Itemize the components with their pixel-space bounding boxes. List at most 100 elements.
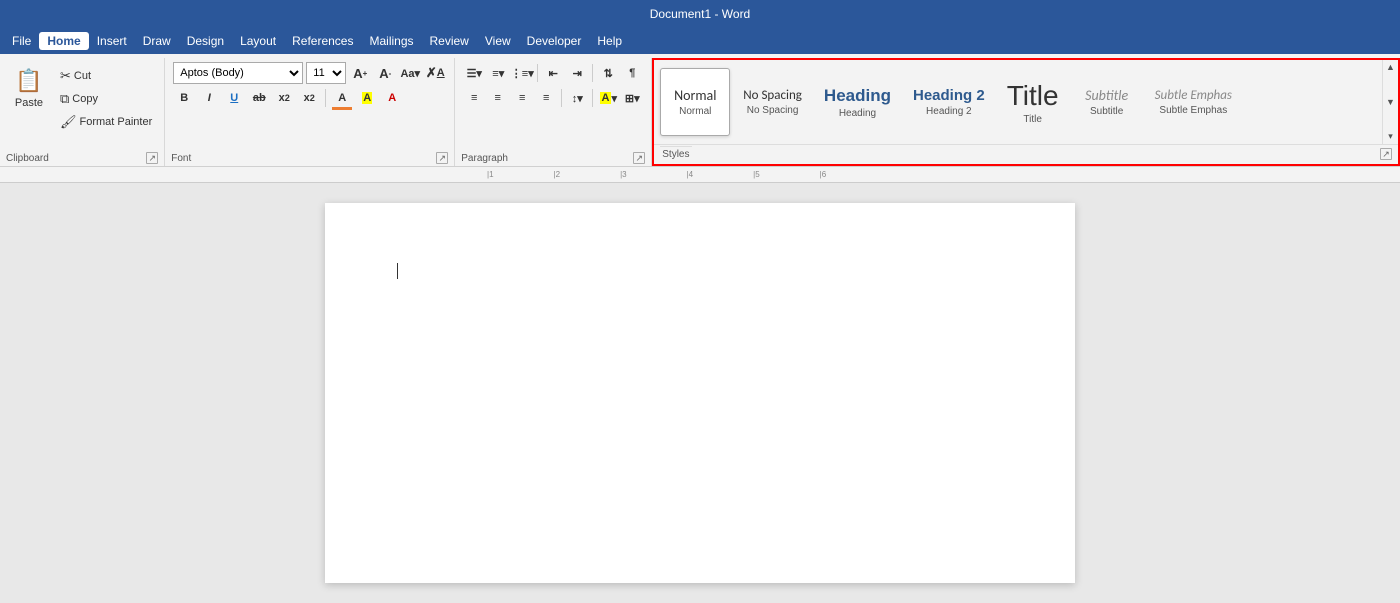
- ruler-mark-2: |2: [554, 170, 561, 179]
- font-color-red-button[interactable]: A: [381, 87, 403, 109]
- style-heading2[interactable]: Heading 2 Heading 2: [904, 68, 994, 136]
- menu-developer[interactable]: Developer: [519, 32, 590, 50]
- format-painter-button[interactable]: 🖌 Format Painter: [56, 112, 156, 132]
- justify-button[interactable]: ≡: [535, 87, 557, 109]
- subscript-button[interactable]: x2: [273, 87, 295, 109]
- ruler-mark-3: |3: [620, 170, 627, 179]
- highlight-color-button[interactable]: A: [356, 87, 378, 109]
- cut-icon: ✂: [60, 68, 71, 84]
- clipboard-launcher[interactable]: ↗: [146, 152, 158, 164]
- underline-button[interactable]: U: [223, 87, 245, 109]
- font-group: Aptos (Body) 11 A+ A- Aa▾ ✗A B I U ab x2…: [165, 58, 455, 166]
- para-div4: [592, 89, 593, 107]
- menu-home[interactable]: Home: [39, 32, 88, 50]
- style-no-spacing-preview: No Spacing: [743, 88, 802, 103]
- style-heading2-preview: Heading 2: [913, 87, 985, 104]
- style-normal[interactable]: Normal Normal: [660, 68, 730, 136]
- menu-view[interactable]: View: [477, 32, 519, 50]
- font-size-decrease-button[interactable]: A-: [374, 62, 396, 84]
- format-painter-icon: 🖌: [60, 114, 77, 130]
- clipboard-group: 📋 Paste ✂ Cut ⧉ Copy 🖌 Format Painter: [0, 58, 165, 166]
- style-normal-preview: Normal: [674, 87, 716, 104]
- style-subtitle-label: Subtitle: [1090, 106, 1123, 117]
- font-name-select[interactable]: Aptos (Body): [173, 62, 303, 84]
- font-row1: Aptos (Body) 11 A+ A- Aa▾ ✗A: [173, 62, 446, 84]
- style-no-spacing[interactable]: No Spacing No Spacing: [734, 68, 811, 136]
- increase-indent-button[interactable]: ⇥: [566, 62, 588, 84]
- menu-draw[interactable]: Draw: [135, 32, 179, 50]
- menu-mailings[interactable]: Mailings: [361, 32, 421, 50]
- superscript-button[interactable]: x2: [298, 87, 320, 109]
- style-heading[interactable]: Heading Heading: [815, 68, 900, 136]
- font-divider: [325, 89, 326, 107]
- borders-button[interactable]: ⊞▾: [621, 87, 643, 109]
- font-size-select[interactable]: 11: [306, 62, 346, 84]
- font-color-button[interactable]: A: [331, 87, 353, 109]
- style-subtle-emphasis[interactable]: Subtle Emphas Subtle Emphas: [1146, 68, 1241, 136]
- shading-button[interactable]: A▾: [597, 87, 619, 109]
- para-row2: ≡ ≡ ≡ ≡ ↕▾ A▾ ⊞▾: [463, 87, 643, 109]
- sort-button[interactable]: ⇅: [597, 62, 619, 84]
- font-row2: B I U ab x2 x2 A A A: [173, 87, 403, 109]
- numbering-button[interactable]: ≡▾: [487, 62, 509, 84]
- paste-icon: 📋: [13, 65, 45, 97]
- style-subtitle[interactable]: Subtitle Subtitle: [1072, 68, 1142, 136]
- clear-formatting-button[interactable]: ✗A: [424, 62, 446, 84]
- styles-scroll-expand[interactable]: ▾: [1387, 131, 1394, 142]
- line-spacing-button[interactable]: ↕▾: [566, 87, 588, 109]
- copy-icon: ⧉: [60, 91, 69, 107]
- ruler-mark-4: |4: [687, 170, 694, 179]
- style-no-spacing-label: No Spacing: [747, 105, 799, 116]
- paragraph-launcher[interactable]: ↗: [633, 152, 645, 164]
- align-left-button[interactable]: ≡: [463, 87, 485, 109]
- decrease-indent-button[interactable]: ⇤: [542, 62, 564, 84]
- style-heading-preview: Heading: [824, 86, 891, 106]
- multilevel-button[interactable]: ⋮≡▾: [511, 62, 533, 84]
- cut-button[interactable]: ✂ Cut: [56, 66, 156, 86]
- text-cursor: [397, 263, 398, 279]
- show-formatting-button[interactable]: ¶: [621, 62, 643, 84]
- menu-layout[interactable]: Layout: [232, 32, 284, 50]
- styles-launcher[interactable]: ↗: [1380, 148, 1392, 160]
- styles-group-label: Styles: [660, 146, 691, 162]
- menu-insert[interactable]: Insert: [89, 32, 135, 50]
- ruler-mark-1: |1: [487, 170, 494, 179]
- clipboard-footer: Clipboard ↗: [0, 151, 164, 166]
- change-case-button[interactable]: Aa▾: [399, 62, 421, 84]
- font-size-increase-button[interactable]: A+: [349, 62, 371, 84]
- styles-scroll-down[interactable]: ▼: [1385, 97, 1396, 108]
- font-footer: Font ↗: [165, 151, 454, 166]
- paste-button[interactable]: 📋 Paste: [8, 62, 50, 147]
- title-bar: Document1 - Word: [0, 0, 1400, 28]
- clipboard-label: Clipboard: [6, 153, 49, 164]
- menu-references[interactable]: References: [284, 32, 361, 50]
- copy-button[interactable]: ⧉ Copy: [56, 89, 156, 109]
- align-center-button[interactable]: ≡: [487, 87, 509, 109]
- strikethrough-button[interactable]: ab: [248, 87, 270, 109]
- style-title[interactable]: Title Title: [998, 68, 1068, 136]
- style-heading2-label: Heading 2: [926, 106, 972, 117]
- para-div3: [561, 89, 562, 107]
- menu-bar: File Home Insert Draw Design Layout Refe…: [0, 28, 1400, 54]
- menu-design[interactable]: Design: [179, 32, 232, 50]
- font-launcher[interactable]: ↗: [436, 152, 448, 164]
- paragraph-group: ☰▾ ≡▾ ⋮≡▾ ⇤ ⇥ ⇅ ¶ ≡ ≡ ≡ ≡ ↕▾ A▾ ⊞▾: [455, 58, 652, 166]
- styles-scroll-up[interactable]: ▲: [1385, 62, 1396, 73]
- styles-scrollbar: ▲ ▼ ▾: [1382, 60, 1398, 144]
- title-bar-text: Document1 - Word: [650, 7, 750, 21]
- menu-review[interactable]: Review: [422, 32, 477, 50]
- style-normal-label: Normal: [679, 106, 711, 117]
- styles-content: Normal Normal No Spacing No Spacing Head…: [654, 60, 1382, 144]
- style-heading-label: Heading: [839, 108, 876, 119]
- para-div1: [537, 64, 538, 82]
- document-page[interactable]: [325, 203, 1075, 583]
- ruler: |1 |2 |3 |4 |5 |6: [0, 167, 1400, 183]
- cut-label: Cut: [74, 70, 91, 82]
- align-right-button[interactable]: ≡: [511, 87, 533, 109]
- menu-help[interactable]: Help: [589, 32, 630, 50]
- italic-button[interactable]: I: [198, 87, 220, 109]
- bullets-button[interactable]: ☰▾: [463, 62, 485, 84]
- menu-file[interactable]: File: [4, 32, 39, 50]
- bold-button[interactable]: B: [173, 87, 195, 109]
- format-painter-label: Format Painter: [80, 116, 153, 128]
